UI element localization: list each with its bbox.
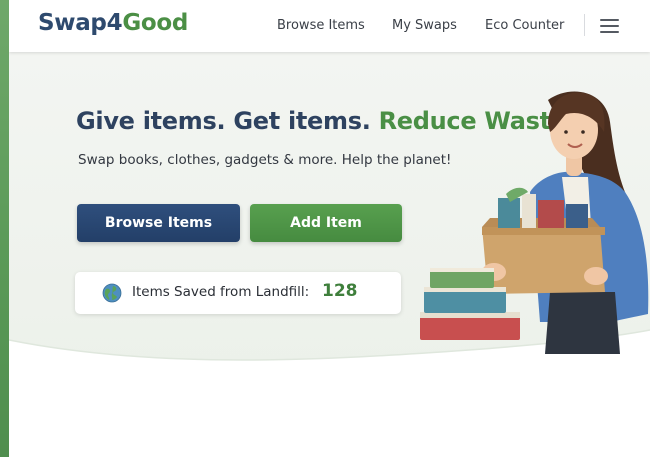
landfill-counter-card: Items Saved from Landfill: 128 (75, 272, 401, 314)
brand-name-part2: Good (122, 10, 189, 36)
add-item-button[interactable]: Add Item (250, 204, 402, 242)
browse-items-button[interactable]: Browse Items (77, 204, 240, 242)
nav-browse-items[interactable]: Browse Items (277, 18, 365, 33)
pants-shape (545, 292, 620, 354)
nav-divider (584, 14, 585, 36)
hamburger-menu-icon[interactable] (600, 19, 619, 33)
hero-subtitle: Swap books, clothes, gadgets & more. Hel… (78, 152, 452, 168)
top-navigation-bar: Swap4Good Browse Items My Swaps Eco Coun… (9, 0, 650, 52)
left-accent-stripe (0, 0, 9, 457)
cardboard-box (482, 227, 605, 294)
headline-main: Give items. Get items. (76, 107, 371, 135)
counter-value: 128 (322, 281, 358, 301)
woman-with-book-box-illustration (420, 91, 649, 354)
globe-icon (102, 283, 122, 303)
counter-label: Items Saved from Landfill: (132, 284, 310, 300)
nav-eco-counter[interactable]: Eco Counter (485, 18, 564, 33)
brand-logo[interactable]: Swap4Good (38, 10, 188, 36)
brand-name-part1: Swap4 (38, 10, 123, 36)
nav-my-swaps[interactable]: My Swaps (392, 18, 457, 33)
